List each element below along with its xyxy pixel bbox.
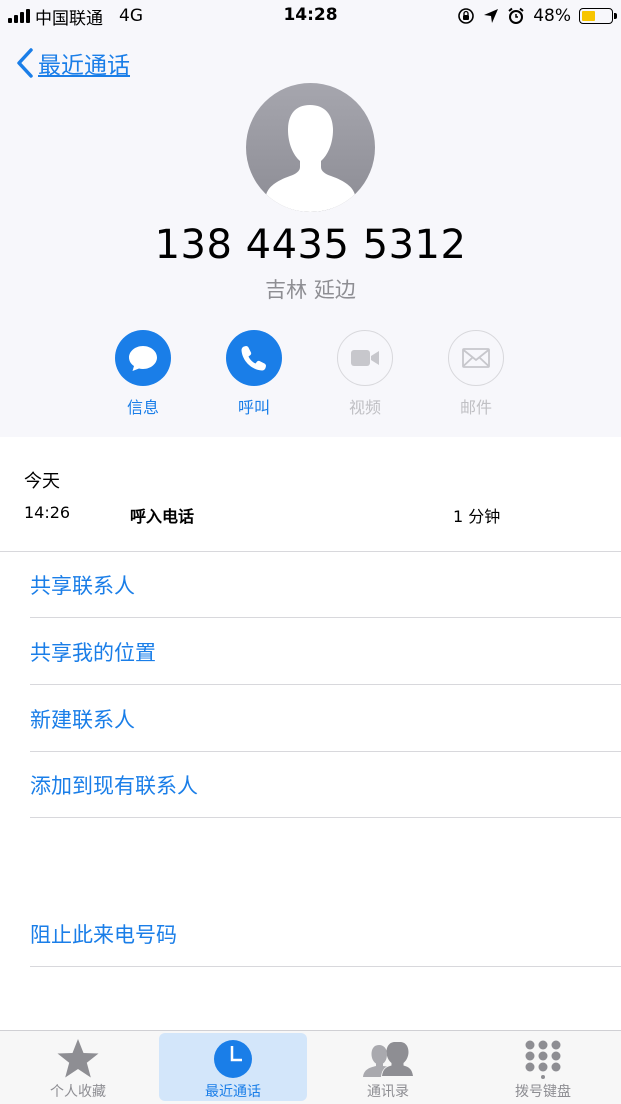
back-button[interactable]: 最近通话 <box>16 46 130 80</box>
tab-favorites-label: 个人收藏 <box>50 1084 106 1100</box>
tab-recents-label: 最近通话 <box>205 1084 261 1100</box>
mail-icon <box>462 348 490 368</box>
message-icon <box>129 346 157 371</box>
keypad-icon <box>525 1040 561 1079</box>
star-icon <box>57 1039 99 1078</box>
avatar <box>246 83 375 212</box>
video-action-button[interactable]: 视频 <box>325 330 405 418</box>
back-button-label: 最近通话 <box>38 53 130 79</box>
share-location-button[interactable]: 共享我的位置 <box>30 619 621 685</box>
phone-location: 吉林 延边 <box>265 278 356 302</box>
person-silhouette-icon <box>266 105 355 212</box>
quick-actions: 信息 呼叫 视频 邮件 <box>0 330 621 420</box>
chevron-left-icon <box>17 48 33 78</box>
video-icon <box>351 350 379 366</box>
status-bar: 中国联通 4G 14:28 48% <box>0 0 621 32</box>
share-contact-button[interactable]: 共享联系人 <box>30 552 621 618</box>
battery-icon <box>579 8 617 24</box>
status-right: 48% <box>457 5 617 27</box>
history-date: 今天 <box>24 471 60 492</box>
orientation-lock-icon <box>458 8 475 24</box>
mail-action-button[interactable]: 邮件 <box>436 330 516 418</box>
battery-level <box>582 11 596 21</box>
message-action-label: 信息 <box>126 398 159 417</box>
alarm-icon <box>508 7 524 24</box>
tab-contacts-label: 通讯录 <box>367 1084 409 1100</box>
message-action-button[interactable]: 信息 <box>103 330 183 418</box>
location-icon <box>484 9 499 23</box>
call-action-button[interactable]: 呼叫 <box>214 330 294 418</box>
phone-number: 138 4435 5312 <box>154 222 467 268</box>
phone-icon <box>241 346 266 371</box>
call-action-label: 呼叫 <box>237 398 270 417</box>
call-history: 今天 14:26 呼入电话 1 分钟 <box>0 437 621 552</box>
tab-bar: 个人收藏 最近通话 通讯录 拨号键盘 <box>0 1030 621 1104</box>
battery-percent: 48% <box>533 6 571 26</box>
history-time: 14:26 <box>24 503 71 522</box>
history-call-type: 呼入电话 <box>130 507 195 526</box>
tab-favorites[interactable]: 个人收藏 <box>4 1033 152 1101</box>
history-duration: 1 分钟 <box>453 507 501 526</box>
contacts-icon <box>363 1042 413 1077</box>
clock-icon <box>214 1040 252 1078</box>
mail-action-label: 邮件 <box>459 398 492 417</box>
contact-header: 最近通话 138 4435 5312 吉林 延边 信息 呼叫 视频 邮件 <box>0 32 621 437</box>
block-caller-button[interactable]: 阻止此来电号码 <box>30 901 621 967</box>
tab-keypad-label: 拨号键盘 <box>515 1084 571 1100</box>
video-action-label: 视频 <box>348 398 381 417</box>
tab-keypad[interactable]: 拨号键盘 <box>469 1033 617 1101</box>
add-to-existing-contact-button[interactable]: 添加到现有联系人 <box>30 752 621 818</box>
new-contact-button[interactable]: 新建联系人 <box>30 686 621 752</box>
tab-recents[interactable]: 最近通话 <box>159 1033 307 1101</box>
tab-contacts[interactable]: 通讯录 <box>314 1033 462 1101</box>
